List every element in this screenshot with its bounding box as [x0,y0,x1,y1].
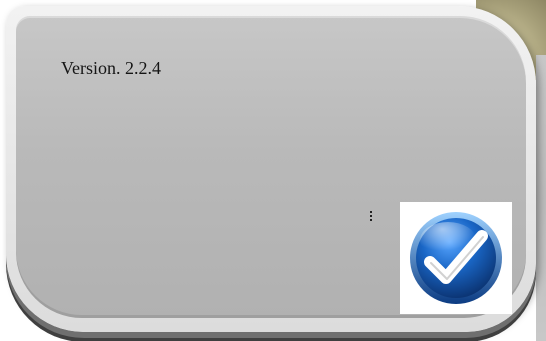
window-backdrop-strip [536,55,546,341]
checkmark-icon [410,212,502,304]
ok-button[interactable] [400,202,512,314]
focus-dot-mark [370,211,372,223]
about-dialog-window: Version. 2.2.4 [0,0,546,341]
version-label: Version. 2.2.4 [61,58,161,78]
